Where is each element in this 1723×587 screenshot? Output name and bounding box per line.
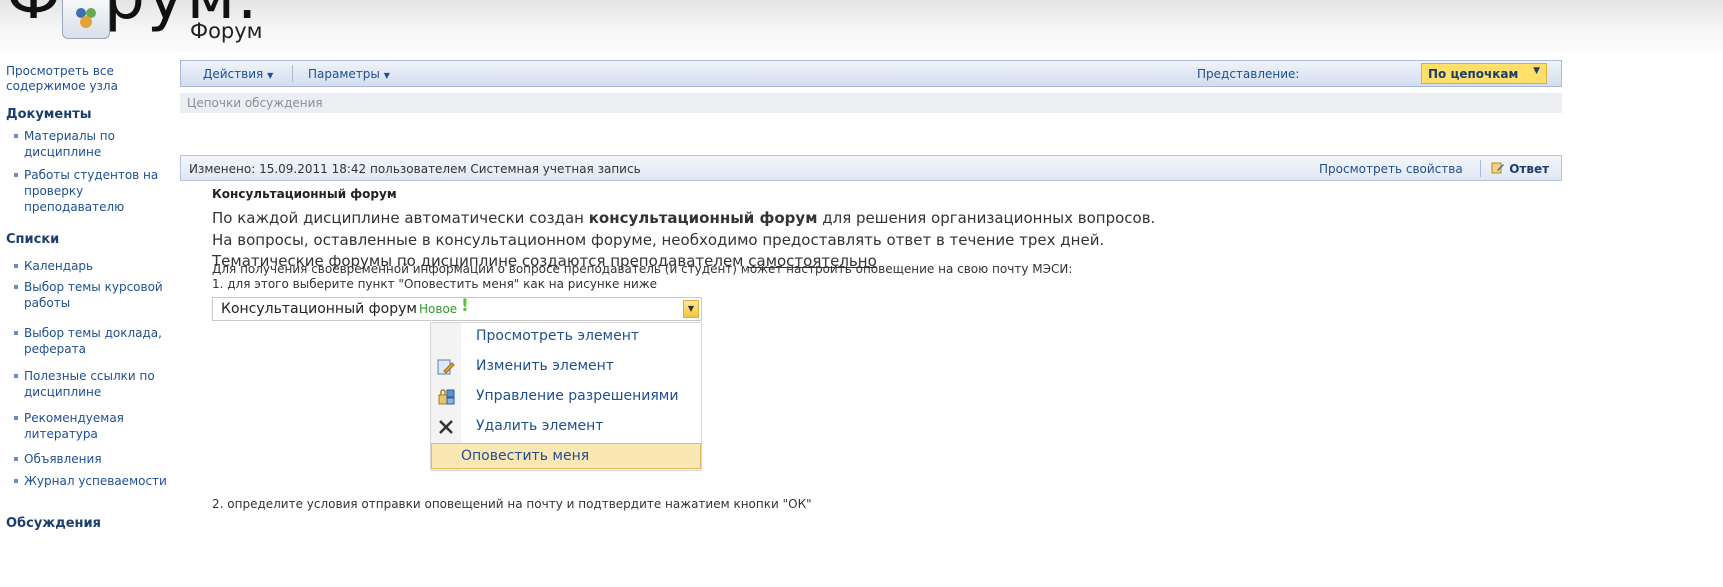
settings-menu-button[interactable]: Параметры ▼ [308,67,390,81]
reply-icon [1491,162,1504,174]
delete-icon [439,420,453,434]
permissions-icon [438,389,455,405]
post-paragraph-2: На вопросы, оставленные в консультационн… [212,231,1105,249]
breadcrumb: Цепочки обсуждения [180,93,1562,113]
item-context-menu: Просмотреть элемент Изменить элемент Упр… [430,322,702,471]
chevron-down-icon: ▼ [1533,66,1540,76]
new-badge-mark: ! [461,296,469,316]
new-badge: Новое [419,302,458,316]
nav-item-recommended-literature[interactable]: Рекомендуемая литература [6,410,171,442]
actions-menu-button[interactable]: Действия ▼ [203,67,273,81]
view-properties-link[interactable]: Просмотреть свойства [1319,162,1463,176]
reply-button[interactable]: Ответ [1491,161,1549,176]
nav-item-student-works[interactable]: Работы студентов на проверку преподавате… [6,167,171,215]
menu-item-edit[interactable]: Изменить элемент [476,358,614,374]
forum-item-dropdown[interactable]: Консультационный форум Новое ! ▼ [212,296,702,321]
page-title: Форум [190,19,263,43]
site-logo-icon [62,0,110,39]
nav-section-documents[interactable]: Документы [6,107,92,122]
breadcrumb-current[interactable]: Цепочки обсуждения [187,96,323,110]
view-selector-value: По цепочкам [1428,67,1519,81]
post-meta-bar: Изменено: 15.09.2011 18:42 пользователем… [180,155,1562,181]
menu-item-manage-permissions[interactable]: Управление разрешениями [476,388,678,404]
view-label: Представление: [1197,67,1300,81]
menu-item-view[interactable]: Просмотреть элемент [476,328,639,344]
list-toolbar: Действия ▼ Параметры ▼ Представление: По… [180,60,1562,87]
nav-item-gradebook[interactable]: Журнал успеваемости [6,473,171,489]
notification-step-1: 1. для этого выберите пункт "Оповестить … [212,277,658,291]
nav-item-course-materials[interactable]: Материалы по дисциплине [6,128,171,160]
toolbar-divider [292,65,293,82]
quick-launch-nav: Просмотреть все содержимое узла Документ… [0,52,172,587]
view-selector[interactable]: По цепочкам ▼ [1421,63,1547,84]
chevron-down-icon: ▼ [383,71,390,80]
chevron-down-icon: ▼ [267,71,274,80]
post-paragraph-1: По каждой дисциплине автоматически созда… [212,209,1156,227]
nav-item-report-topic[interactable]: Выбор темы доклада, реферата [6,325,171,357]
notification-intro: Для получения своевременной информации о… [212,262,1073,276]
post-title: Консультационный форум [212,187,397,201]
nav-item-calendar[interactable]: Календарь [6,258,171,274]
nav-section-discussions[interactable]: Обсуждения [6,516,101,531]
view-all-site-content-link[interactable]: Просмотреть все содержимое узла [6,64,166,94]
nav-section-lists[interactable]: Списки [6,232,59,247]
nav-item-useful-links[interactable]: Полезные ссылки по дисциплине [6,368,171,400]
meta-divider [1480,160,1481,177]
notification-step-2: 2. определите условия отправки оповещени… [212,497,812,511]
modified-info: Изменено: 15.09.2011 18:42 пользователем… [189,162,641,176]
edit-icon [437,359,455,375]
menu-item-alert-me[interactable]: Оповестить меня [461,448,589,464]
forum-item-label: Консультационный форум [221,301,417,317]
nav-item-announcements[interactable]: Объявления [6,451,171,467]
nav-item-coursework-topic[interactable]: Выбор темы курсовой работы [6,279,171,311]
chevron-down-icon[interactable]: ▼ [683,300,699,318]
menu-item-delete[interactable]: Удалить элемент [476,418,603,434]
